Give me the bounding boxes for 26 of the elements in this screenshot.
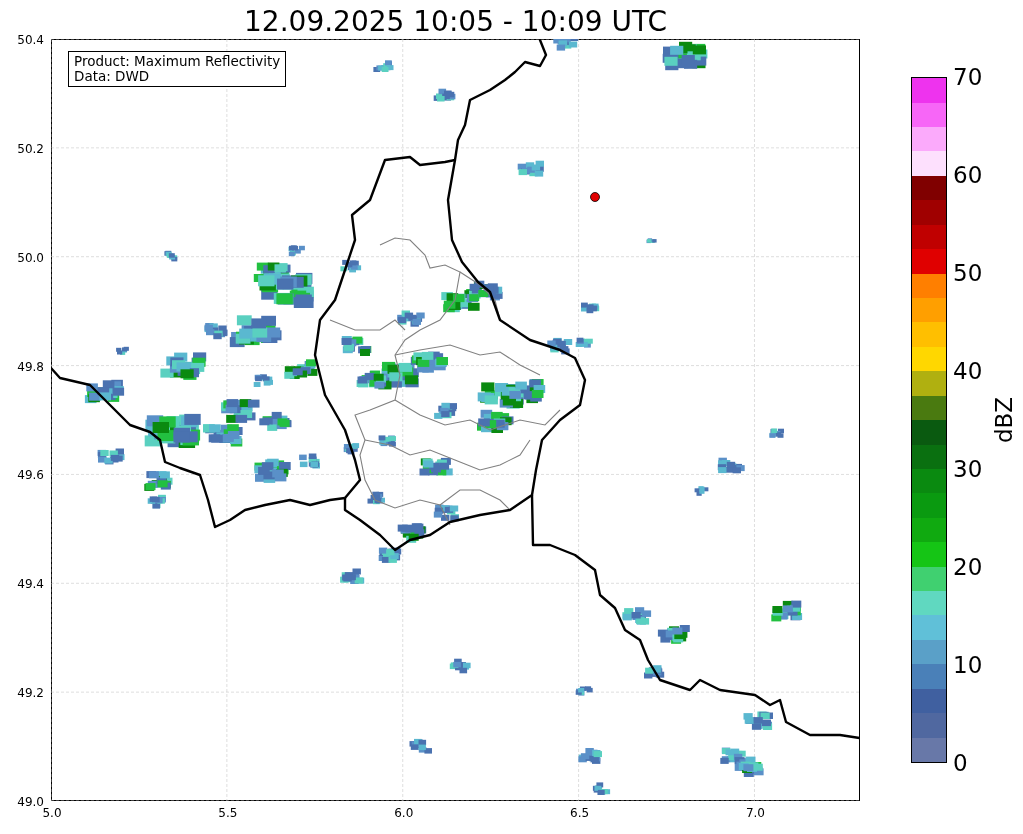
y-axis-tick-label: 49.6 [17, 468, 44, 483]
x-axis-tick-label: 5.0 [42, 806, 62, 820]
location-marker [590, 192, 600, 202]
y-axis-tick-label: 50.0 [17, 250, 44, 265]
colorbar-tick-label: 0 [953, 750, 968, 776]
x-axis-tick-label: 6.0 [394, 806, 414, 820]
colorbar-tick-label: 10 [953, 652, 983, 678]
x-axis-tick-label: 5.5 [218, 806, 238, 820]
y-axis-tick-label: 50.4 [17, 33, 44, 47]
colorbar-tick-label: 60 [953, 162, 983, 188]
colorbar-label: dBZ [991, 396, 1017, 444]
legend-text: Product: Maximum Reflectivity [74, 54, 281, 69]
y-axis-tick-label: 49.8 [17, 359, 44, 374]
colorbar-tick-label: 40 [953, 358, 983, 384]
y-axis-tick-label: 49.4 [17, 577, 44, 592]
colorbar-tick-label: 70 [953, 64, 983, 90]
colorbar-tick-label: 50 [953, 260, 983, 286]
chart-title: 12.09.2025 10:05 - 10:09 UTC [243, 4, 668, 39]
x-axis-tick-label: 7.0 [745, 806, 765, 820]
colorbar-tick-label: 20 [953, 554, 983, 580]
y-axis-tick-label: 50.2 [17, 141, 44, 156]
x-axis-tick-label: 6.5 [570, 806, 590, 820]
y-axis-tick-label: 49.2 [17, 686, 44, 701]
legend-text: Data: DWD [74, 69, 151, 84]
y-axis-tick-label: 49.0 [17, 795, 44, 809]
colorbar-tick-label: 30 [953, 456, 983, 482]
